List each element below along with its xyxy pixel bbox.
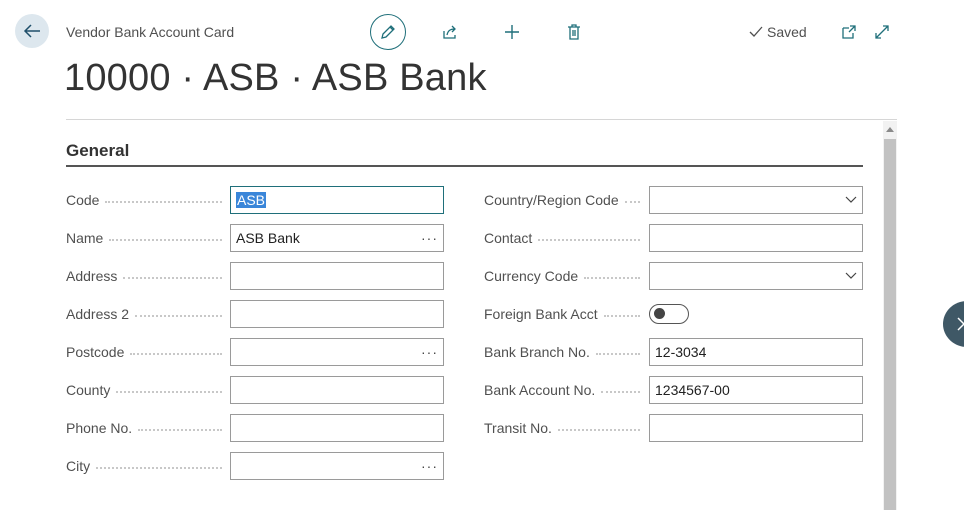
trash-icon [568, 24, 580, 40]
code-field-value: ASB [236, 192, 267, 208]
transit-no-field[interactable] [649, 414, 863, 442]
scrollbar-thumb[interactable] [884, 139, 896, 510]
scroll-up-button[interactable] [883, 121, 897, 137]
name-field-value: ASB Bank [236, 230, 300, 246]
contact-field[interactable] [649, 224, 863, 252]
page-title: 10000 · ASB · ASB Bank [64, 57, 487, 99]
currency-code-label: Currency Code [484, 262, 640, 290]
section-title-general[interactable]: General [66, 141, 129, 161]
contact-label: Contact [484, 224, 640, 252]
bank-account-no-label: Bank Account No. [484, 376, 640, 404]
toggle-knob [654, 308, 665, 319]
address-field[interactable] [230, 262, 444, 290]
bank-account-no-field[interactable]: 1234567-00 [649, 376, 863, 404]
bank-branch-no-value: 12-3034 [655, 344, 707, 360]
pencil-icon [381, 25, 395, 39]
phone-no-label: Phone No. [66, 414, 222, 442]
code-field[interactable]: ASB [230, 186, 444, 214]
edit-button[interactable] [370, 14, 406, 50]
share-icon [443, 25, 456, 39]
phone-no-field[interactable] [230, 414, 444, 442]
page-type-label: Vendor Bank Account Card [66, 24, 235, 40]
expand-icon [875, 25, 889, 39]
address-label: Address [66, 262, 222, 290]
share-button[interactable] [434, 16, 466, 48]
transit-no-label: Transit No. [484, 414, 640, 442]
country-region-code-label: Country/Region Code [484, 186, 640, 214]
postcode-lookup-button[interactable]: ··· [421, 344, 438, 360]
code-label: Code [66, 186, 222, 214]
save-status-text: Saved [767, 24, 807, 40]
expand-button[interactable] [866, 16, 898, 48]
address-2-label: Address 2 [66, 300, 222, 328]
city-lookup-button[interactable]: ··· [421, 458, 438, 474]
country-region-code-dropdown[interactable] [649, 186, 863, 214]
chevron-down-icon [845, 196, 857, 203]
foreign-bank-acct-label: Foreign Bank Acct [484, 300, 640, 328]
foreign-bank-acct-toggle[interactable] [649, 304, 689, 324]
back-button[interactable] [15, 14, 49, 48]
county-label: County [66, 376, 222, 404]
county-field[interactable] [230, 376, 444, 404]
bank-branch-no-field[interactable]: 12-3034 [649, 338, 863, 366]
open-in-new-window-icon [842, 25, 856, 39]
save-status: Saved [749, 24, 807, 40]
postcode-label: Postcode [66, 338, 222, 366]
currency-code-dropdown[interactable] [649, 262, 863, 290]
caret-up-icon [886, 127, 894, 132]
chevron-right-icon [957, 317, 964, 331]
city-label: City [66, 452, 222, 480]
new-button[interactable] [496, 16, 528, 48]
open-new-window-button[interactable] [833, 16, 865, 48]
bank-account-no-value: 1234567-00 [655, 382, 730, 398]
checkmark-icon [749, 26, 763, 37]
bank-branch-no-label: Bank Branch No. [484, 338, 640, 366]
chevron-down-icon [845, 272, 857, 279]
factbox-toggle-button[interactable] [943, 301, 964, 347]
arrow-left-icon [23, 24, 40, 38]
plus-icon [505, 25, 519, 39]
name-lookup-button[interactable]: ··· [421, 230, 438, 246]
postcode-field[interactable]: ··· [230, 338, 444, 366]
name-field[interactable]: ASB Bank ··· [230, 224, 444, 252]
delete-button[interactable] [558, 16, 590, 48]
section-divider [66, 165, 863, 167]
address-2-field[interactable] [230, 300, 444, 328]
content-top-border [66, 119, 897, 120]
city-field[interactable]: ··· [230, 452, 444, 480]
name-label: Name [66, 224, 222, 252]
